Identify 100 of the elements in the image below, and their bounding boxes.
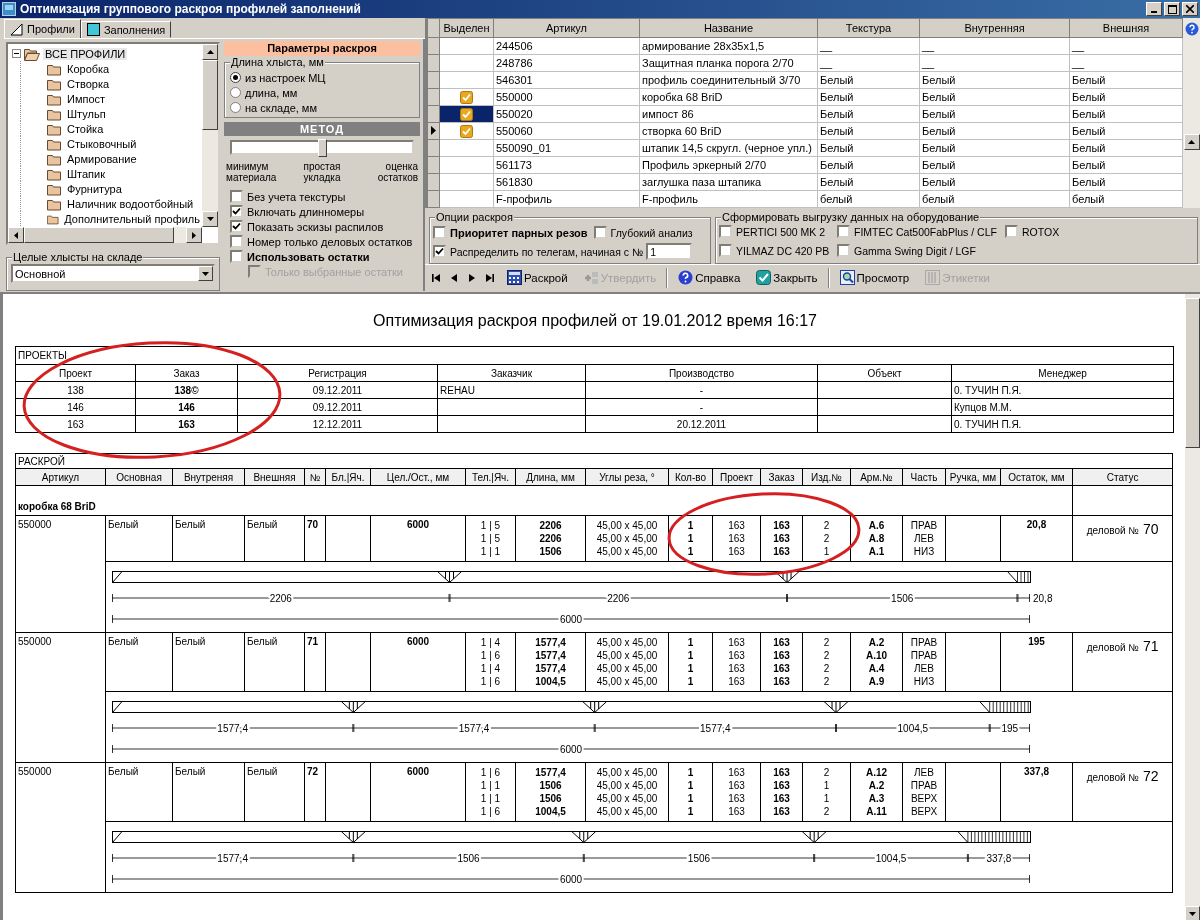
tree-item[interactable]: Армирование: [65, 152, 139, 165]
scroll-down-button[interactable]: [202, 211, 218, 227]
tree-item[interactable]: Наличник водоотбойный: [65, 197, 196, 210]
table-cell: __: [919, 54, 1070, 72]
scroll-down-button[interactable]: [1185, 906, 1200, 920]
toolbar-button[interactable]: Закрыть: [750, 268, 824, 287]
radio-button[interactable]: длина, мм: [230, 85, 414, 100]
table-cell: 72: [304, 762, 326, 822]
column-header[interactable]: Текстура: [817, 18, 920, 38]
right-arrow-icon: [192, 231, 196, 239]
scroll-up-button[interactable]: [202, 44, 218, 60]
checkbox[interactable]: FIMTEC Cat500FabPlus / CLF: [837, 224, 1005, 239]
labels-icon: [925, 270, 941, 285]
row-indicator[interactable]: [427, 122, 440, 140]
selection-cell[interactable]: [439, 190, 494, 208]
dimension-label: 6000: [559, 614, 583, 625]
scroll-thumb[interactable]: [24, 227, 174, 243]
toolbar-button[interactable]: Просмотр: [833, 268, 916, 287]
column-header[interactable]: Артикул: [493, 18, 640, 38]
scroll-left-button[interactable]: [8, 227, 24, 243]
table-cell: 561173: [493, 156, 640, 174]
tree-item[interactable]: Фурнитура: [65, 182, 124, 195]
item-number-value: 1: [822, 779, 831, 792]
selection-cell[interactable]: [439, 88, 494, 106]
scroll-up-button[interactable]: [1183, 134, 1200, 150]
radio-indicator[interactable]: [230, 102, 241, 113]
dropdown-arrow-icon: [202, 271, 209, 276]
status-number: 71: [1143, 638, 1159, 654]
table-cell: Белый: [817, 122, 920, 140]
tree-item[interactable]: Штульп: [65, 107, 108, 120]
order-value: 163: [772, 675, 791, 688]
tree-item[interactable]: Створка: [65, 77, 112, 90]
horizontal-scrollbar[interactable]: [8, 227, 202, 243]
radio-indicator[interactable]: [230, 72, 241, 83]
checkbox[interactable]: PERTICI 500 MK 2: [719, 224, 837, 239]
last-record-button[interactable]: [483, 271, 497, 284]
toolbar-button[interactable]: Раскрой: [501, 268, 574, 287]
selection-cell[interactable]: [439, 122, 494, 140]
selection-cell[interactable]: [439, 71, 494, 89]
checkbox[interactable]: Показать эскизы распилов: [230, 219, 420, 234]
checkbox[interactable]: Без учета текстуры: [230, 189, 420, 204]
selection-cell[interactable]: [439, 173, 494, 191]
checkbox[interactable]: Gamma Swing Digit / LGF: [837, 243, 1005, 258]
column-header[interactable]: Внутренняя: [919, 18, 1070, 38]
section-title: ПРОЕКТЫ: [18, 350, 67, 361]
radio-button[interactable]: на складе, мм: [230, 100, 414, 115]
tree-item[interactable]: Коробка: [65, 62, 112, 75]
checkbox[interactable]: ROTOX: [1005, 224, 1194, 239]
tree-item[interactable]: Штапик: [65, 167, 108, 180]
method-slider[interactable]: [230, 140, 414, 155]
table-cell: 6000: [370, 515, 466, 562]
part-value: НИЗ: [912, 675, 936, 688]
vertical-scrollbar[interactable]: [1185, 294, 1200, 920]
column-header[interactable]: Название: [639, 18, 818, 38]
slider-label: простая укладка: [302, 161, 342, 183]
checked-checkbox-icon: [460, 124, 473, 138]
table-cell: штапик 14,5 скругл. (черное упл.): [639, 139, 818, 157]
number-input[interactable]: 1: [646, 243, 693, 260]
selection-cell[interactable]: [439, 139, 494, 157]
scroll-thumb[interactable]: [1185, 298, 1200, 448]
minimize-button[interactable]: [1146, 2, 1162, 16]
scroll-right-button[interactable]: [186, 227, 202, 243]
table-cell: 71: [304, 632, 326, 692]
radio-indicator[interactable]: [230, 87, 241, 98]
checkbox[interactable]: Глубокий анализ: [593, 225, 693, 240]
slider-thumb[interactable]: [318, 139, 327, 157]
vertical-scrollbar[interactable]: [1183, 18, 1200, 208]
checkbox[interactable]: Номер только деловых остатков: [230, 234, 420, 249]
quantity-value: 1: [686, 779, 695, 792]
table-cell: Белый: [1069, 173, 1183, 191]
tree-item[interactable]: Дополнительный профиль: [62, 212, 202, 225]
close-button[interactable]: [1182, 2, 1198, 16]
first-record-button[interactable]: [429, 271, 443, 284]
scroll-thumb[interactable]: [202, 60, 218, 130]
stock-dropdown[interactable]: Основной: [11, 264, 215, 283]
selection-cell[interactable]: [439, 37, 494, 55]
column-header[interactable]: Внешняя: [1069, 18, 1183, 38]
selection-cell[interactable]: [439, 156, 494, 174]
maximize-button[interactable]: [1164, 2, 1180, 16]
tree-item[interactable]: Стойка: [65, 122, 106, 135]
radio-button[interactable]: из настроек МЦ: [230, 70, 414, 85]
table-cell: __: [817, 37, 920, 55]
tree-item[interactable]: Стыковочный: [65, 137, 139, 150]
toolbar-button[interactable]: Справка: [672, 268, 747, 287]
checkbox[interactable]: Распределить по телегам, начиная с №: [433, 244, 644, 259]
checkbox[interactable]: Включать длинномеры: [230, 204, 420, 219]
tab[interactable]: Профили: [4, 19, 81, 38]
table-cell: Белый: [244, 762, 305, 822]
collapse-icon[interactable]: [12, 49, 21, 58]
checkbox[interactable]: Приоритет парных резов: [433, 225, 588, 240]
selection-cell[interactable]: [439, 54, 494, 72]
tree-item[interactable]: ВСЕ ПРОФИЛИ: [43, 47, 128, 60]
column-header[interactable]: Выделен: [439, 18, 494, 38]
help-icon[interactable]: [1184, 22, 1199, 36]
tab[interactable]: Заполнения: [80, 21, 172, 38]
checkbox[interactable]: YILMAZ DC 420 PB: [719, 243, 837, 258]
checkbox[interactable]: Использовать остатки: [230, 249, 420, 264]
position-value: 1 | 4: [479, 636, 502, 649]
tree-item[interactable]: Импост: [65, 92, 108, 105]
vertical-scrollbar[interactable]: [202, 44, 218, 227]
